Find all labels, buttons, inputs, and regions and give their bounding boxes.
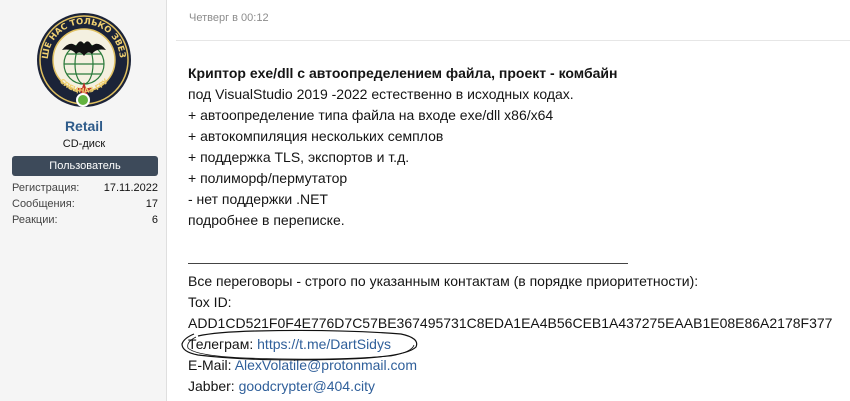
tox-label: Tox ID: xyxy=(188,294,232,310)
stat-messages: Сообщения: 17 xyxy=(12,196,158,212)
post-body: Криптор exe/dll с автоопределением файла… xyxy=(188,63,838,231)
jabber-link[interactable]: goodcrypter@404.city xyxy=(239,378,375,394)
contacts-intro: Все переговоры - строго по указанным кон… xyxy=(188,273,699,289)
online-indicator-icon xyxy=(76,93,90,107)
hand-drawn-circle-icon xyxy=(181,329,418,361)
stat-value: 17 xyxy=(145,198,158,210)
post-timestamp[interactable]: Четверг в 00:12 xyxy=(189,12,269,24)
stat-reactions: Реакции: 6 xyxy=(12,212,158,228)
signature-separator xyxy=(188,263,628,264)
stat-value: 17.11.2022 xyxy=(103,182,158,194)
user-stats: Регистрация: 17.11.2022 Сообщения: 17 Ре… xyxy=(12,180,158,228)
divider xyxy=(176,40,850,41)
jabber-label: Jabber: xyxy=(188,378,235,394)
post-line: + автоопределение типа файла на входе ex… xyxy=(188,107,554,123)
stat-label: Сообщения: xyxy=(12,198,75,210)
user-banner: Пользователь xyxy=(12,156,158,176)
post-line: + автокомпиляция нескольких семплов xyxy=(188,128,444,144)
stat-label: Регистрация: xyxy=(12,182,80,194)
post-line: - нет поддержки .NET xyxy=(188,191,328,207)
user-title: CD-диск xyxy=(62,138,106,150)
username[interactable]: Retail xyxy=(0,118,168,134)
user-sidebar: ВЫШЕ НАС ТОЛЬКО ЗВЕЗДЫ СПЕЦНАЗ ГРУ Retai… xyxy=(0,0,167,401)
post-title: Криптор exe/dll с автоопределением файла… xyxy=(188,65,618,81)
jabber-row: Jabber: goodcrypter@404.city xyxy=(188,376,843,397)
stat-registration: Регистрация: 17.11.2022 xyxy=(12,180,158,196)
stat-value: 6 xyxy=(151,214,158,226)
stat-label: Реакции: xyxy=(12,214,58,226)
post-line: подробнее в переписке. xyxy=(188,212,345,228)
post-line: + поддержка TLS, экспортов и т.д. xyxy=(188,149,410,165)
post-line: под VisualStudio 2019 -2022 естественно … xyxy=(188,86,574,102)
post-line: + полиморф/пермутатор xyxy=(188,170,348,186)
